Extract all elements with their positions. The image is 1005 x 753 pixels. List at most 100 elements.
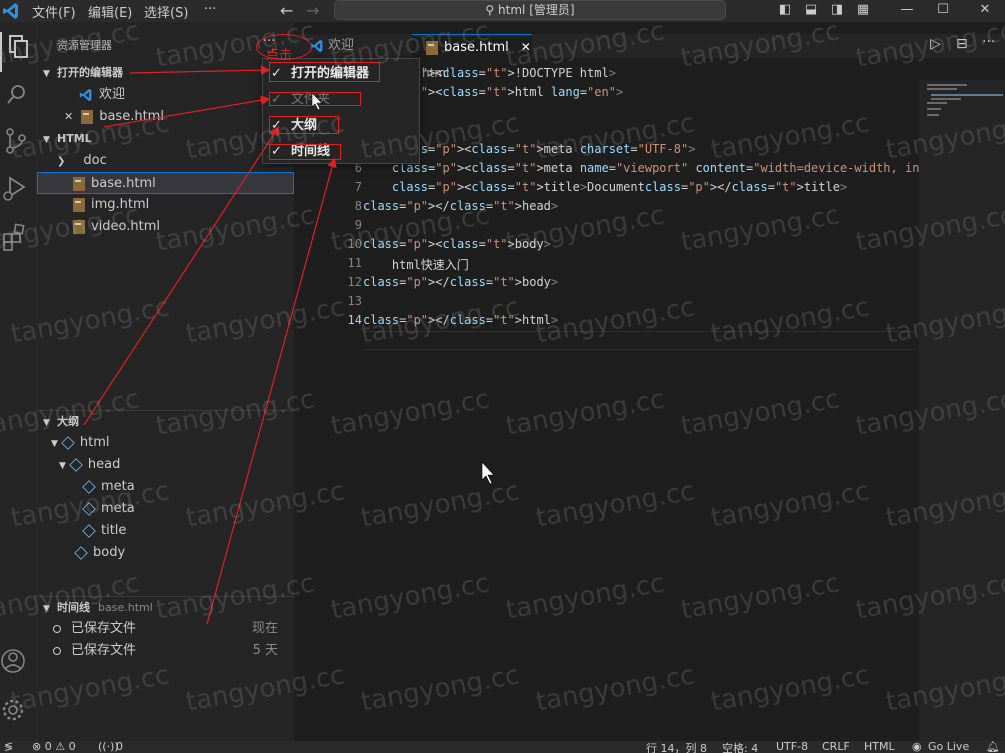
- split-editor-icon[interactable]: ⊟: [956, 36, 968, 52]
- tab-close-icon[interactable]: ✕: [521, 40, 531, 54]
- open-editor-label: base.html: [99, 109, 164, 124]
- command-center-search[interactable]: ⚲ html [管理员]: [334, 0, 726, 20]
- toggle-secondary-sidebar-icon[interactable]: ◨: [828, 2, 846, 18]
- chevron-right-icon: ❯: [57, 156, 66, 167]
- html-file-icon: [81, 109, 94, 124]
- minimap[interactable]: [919, 80, 1005, 741]
- chevron-down-icon: ▼: [43, 69, 50, 79]
- tab-label: base.html: [444, 40, 509, 55]
- close-window-icon[interactable]: ✕: [976, 2, 994, 18]
- code-line[interactable]: class="p"><class="t">title>Documentclass…: [363, 180, 847, 194]
- menu-file[interactable]: 文件(F): [32, 2, 76, 21]
- toggle-panel-icon[interactable]: ⬓: [802, 2, 820, 18]
- tree-item-doc[interactable]: ❯ doc: [37, 150, 294, 172]
- menu-edit[interactable]: 编辑(E): [88, 2, 132, 21]
- tree-item-label: img.html: [91, 197, 150, 212]
- search-view-icon[interactable]: [0, 80, 37, 120]
- tree-item-img-html[interactable]: img.html: [37, 194, 294, 216]
- tree-item-label: base.html: [91, 176, 156, 191]
- explorer-icon[interactable]: [0, 32, 37, 72]
- chevron-down-icon: ▼: [43, 418, 50, 428]
- extensions-icon[interactable]: [0, 222, 37, 262]
- indentation[interactable]: 空格: 4: [722, 741, 758, 753]
- outline-item-meta[interactable]: meta: [37, 498, 294, 520]
- editor-tabs: 欢迎 base.html ✕ ▷ ⊟ ···: [294, 34, 1005, 58]
- forward-arrow-icon[interactable]: →: [306, 1, 319, 20]
- timeline-item-label: 已保存文件: [71, 621, 137, 636]
- menu-select[interactable]: 选择(S): [144, 2, 188, 21]
- accounts-icon[interactable]: [0, 646, 37, 686]
- minimize-icon[interactable]: —: [898, 2, 916, 18]
- sidebar-title: 资源管理器: [57, 39, 112, 52]
- source-control-icon[interactable]: [0, 126, 37, 166]
- section-open-editors[interactable]: ▼ 打开的编辑器: [37, 62, 294, 84]
- annotation-box: [269, 144, 341, 160]
- outline-item-body[interactable]: body: [37, 542, 294, 564]
- close-icon[interactable]: ✕: [64, 110, 73, 123]
- section-outline[interactable]: ▼ 大纲: [37, 410, 294, 432]
- chevron-down-icon: ▼: [43, 604, 50, 614]
- code-line[interactable]: class="p"></class="t">head>: [363, 199, 558, 213]
- ports-count[interactable]: 0: [116, 741, 123, 753]
- run-debug-icon[interactable]: [0, 174, 37, 214]
- settings-gear-icon[interactable]: [0, 694, 37, 734]
- title-bar: 文件(F) 编辑(E) 选择(S) ··· ← → ⚲ html [管理员] ◧…: [0, 0, 1005, 22]
- outline-item-label: html: [79, 435, 110, 450]
- annotation-label: 点击: [266, 48, 293, 63]
- maximize-icon[interactable]: ☐: [934, 2, 952, 18]
- outline-item-meta[interactable]: meta: [37, 476, 294, 498]
- code-line[interactable]: class="p"><class="t">meta name="viewport…: [363, 161, 1005, 175]
- chevron-down-icon: ▼: [51, 439, 58, 449]
- problems-indicator[interactable]: ⊗ 0 ⚠ 0: [32, 741, 76, 753]
- code-line[interactable]: class="p"><class="t">body>: [363, 237, 551, 251]
- encoding[interactable]: UTF-8: [776, 741, 808, 753]
- html-file-icon: [73, 219, 85, 234]
- open-editor-label: 欢迎: [99, 87, 126, 102]
- explorer-sidebar: 资源管理器 ··· ▼ 打开的编辑器 欢迎 ✕ base.html ▼ HTML ❯ d…: [37, 22, 294, 741]
- toggle-sidebar-icon[interactable]: ◧: [776, 2, 794, 18]
- search-icon: ⚲: [485, 3, 495, 17]
- code-line[interactable]: html快速入门: [363, 256, 469, 273]
- timeline-item[interactable]: 已保存文件 5 天: [37, 640, 294, 662]
- line-number: 11: [347, 256, 362, 270]
- menu-more[interactable]: ···: [204, 2, 216, 17]
- timeline-item[interactable]: 已保存文件 现在: [37, 618, 294, 640]
- tree-item-base-html[interactable]: base.html: [37, 172, 294, 194]
- code-line[interactable]: class="p"></class="t">body>: [363, 275, 558, 289]
- cursor-position[interactable]: 行 14，列 8: [646, 741, 707, 753]
- end-of-line[interactable]: CRLF: [822, 741, 850, 753]
- line-number: 7: [354, 180, 362, 194]
- html-file-icon: [73, 176, 85, 191]
- annotation-box: [269, 116, 339, 134]
- open-editor-item-base[interactable]: ✕ base.html: [37, 106, 294, 128]
- open-editor-item-welcome[interactable]: 欢迎: [37, 84, 294, 106]
- outline-item-label: meta: [101, 479, 135, 494]
- annotation-box: [269, 92, 361, 106]
- customize-layout-icon[interactable]: ▦: [854, 2, 872, 18]
- outline-item-head[interactable]: ▼ head: [37, 454, 294, 476]
- symbol-element-icon: [74, 545, 88, 560]
- section-timeline[interactable]: ▼ 时间线 base.html: [37, 596, 294, 618]
- symbol-element-icon: [82, 479, 96, 494]
- editor-more-icon[interactable]: ···: [982, 34, 995, 50]
- run-icon[interactable]: ▷: [930, 36, 941, 52]
- back-arrow-icon[interactable]: ←: [280, 1, 293, 20]
- tab-label: 欢迎: [328, 38, 355, 53]
- tab-base-html[interactable]: base.html ✕: [412, 34, 532, 58]
- tree-item-video-html[interactable]: video.html: [37, 216, 294, 238]
- golive-icon[interactable]: ◉: [912, 741, 922, 753]
- notifications-bell-icon[interactable]: 🔔︎: [986, 741, 1000, 753]
- section-folder-html[interactable]: ▼ HTML: [37, 128, 294, 150]
- line-number: 14: [347, 313, 362, 327]
- language-mode[interactable]: HTML: [864, 741, 895, 753]
- golive-label[interactable]: Go Live: [928, 741, 969, 753]
- status-bar: ≶ ⊗ 0 ⚠ 0 ((·)) 0 行 14，列 8 空格: 4 UTF-8 C…: [0, 741, 1005, 753]
- outline-item-title[interactable]: title: [37, 520, 294, 542]
- timeline-dot-icon: [53, 624, 61, 633]
- outline-item-label: title: [101, 523, 127, 538]
- tab-welcome[interactable]: 欢迎: [304, 34, 412, 58]
- code-line[interactable]: class="p"></class="t">html>: [363, 313, 558, 327]
- outline-item-html[interactable]: ▼ html: [37, 432, 294, 454]
- remote-icon[interactable]: ≶: [4, 741, 13, 753]
- symbol-element-icon: [82, 501, 96, 516]
